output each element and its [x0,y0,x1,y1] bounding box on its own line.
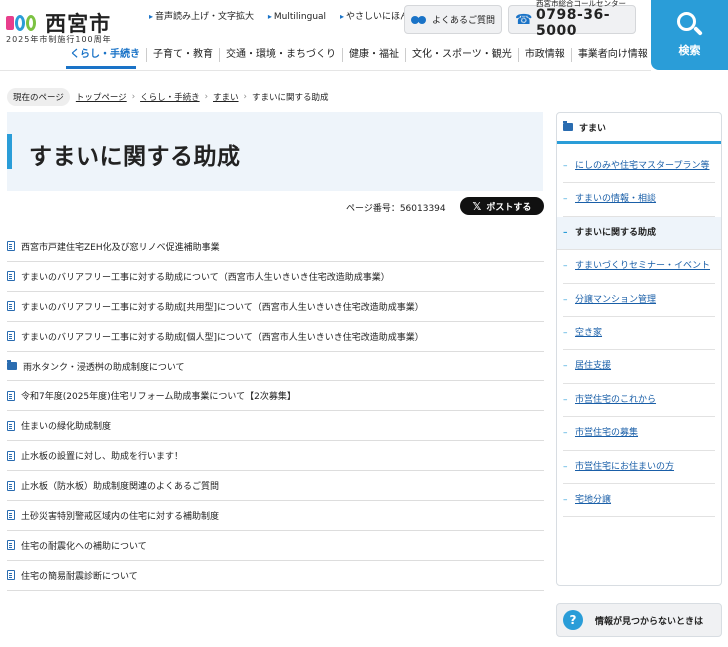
gnav-item-kosodate[interactable]: 子育て・教育 [146,48,219,62]
breadcrumb-link-kurashi[interactable]: くらし・手続き [140,91,200,103]
gnav-item-bunka[interactable]: 文化・スポーツ・観光 [405,48,518,62]
info-not-found-label: 情報が見つからないときは [595,616,704,627]
page-number: ページ番号：56013394 [346,204,446,214]
util-link-speech[interactable]: ▸ 音声読み上げ・文字拡大 [149,12,254,22]
folder-icon [7,360,17,370]
list-item[interactable]: 土砂災害特別警戒区域内の住宅に対する補助制度 [7,501,544,531]
question-icon: ? [563,610,583,630]
faq-button[interactable]: よくあるご質問 [404,5,502,34]
document-icon [7,570,15,581]
sidebar-item-takuchi[interactable]: 宅地分譲 [563,484,715,518]
utility-links: ▸ 音声読み上げ・文字拡大 ▸ Multilingual ▸ やさしいにほんご [149,9,429,22]
document-icon [7,331,15,342]
page-title: すまいに関する助成 [29,144,241,170]
sidebar-item-masterplan[interactable]: にしのみや住宅マスタープラン等 [563,150,715,184]
caret-icon: ▸ [339,12,344,21]
document-icon [7,540,15,551]
header-divider [0,70,651,71]
util-link-multilingual[interactable]: ▸ Multilingual [268,12,326,22]
list-item[interactable]: 止水板（防水板）助成制度関連のよくあるご質問 [7,471,544,502]
list-item[interactable]: 令和7年度(2025年度)住宅リフォーム助成事業について【2次募集】 [7,381,544,412]
chevron-right-icon: › [204,92,209,102]
sidebar-item-subsidy: すまいに関する助成 [557,216,721,251]
folder-icon [563,121,573,131]
list-item[interactable]: 止水板の設置に対し、助成を行います！ [7,441,544,472]
search-label: 検索 [678,44,701,57]
site-header: 西宮市 2025年市制施行100周年 ▸ 音声読み上げ・文字拡大 ▸ Multili… [0,0,728,71]
sidebar-heading: すまい [557,113,721,144]
gnav-item-kurashi[interactable]: くらし・手続き [64,48,146,62]
document-icon [7,480,15,491]
document-icon [7,420,15,431]
gnav-item-kotsu[interactable]: 交通・環境・まちづくり [219,48,342,62]
sidebar-item-shiei-boshu[interactable]: 市営住宅の募集 [563,417,715,451]
list-item[interactable]: すまいのバリアフリー工事に対する助成について（西宮市人生いきいき住宅改造助成事業… [7,262,544,292]
caret-icon: ▸ [267,12,272,21]
gnav-item-kenko[interactable]: 健康・福祉 [342,48,405,62]
sidebar-item-shiei-residents[interactable]: 市営住宅にお住まいの方 [563,451,715,484]
logo-100-icon [6,13,36,33]
sidebar-item-akiya[interactable]: 空き家 [563,317,715,351]
sidebar-item-shiei-future[interactable]: 市営住宅のこれから [563,384,715,418]
list-item[interactable]: 住まいの緑化助成制度 [7,411,544,442]
list-item[interactable]: 西宮市戸建住宅ZEH化及び窓リノベ促進補助事業 [7,232,544,262]
x-logo-icon: 𝕏 [472,199,482,213]
call-center-number: 0798-36-5000 [536,7,611,39]
sidebar-item-mansion[interactable]: 分譲マンション管理 [563,284,715,317]
gnav-active-underline [66,66,136,69]
global-nav: くらし・手続き 子育て・教育 交通・環境・まちづくり 健康・福祉 文化・スポーツ… [64,48,654,62]
title-accent-bar [7,134,12,169]
list-item[interactable]: 住宅の耐震化への補助について [7,531,544,561]
document-icon [7,510,15,521]
document-icon [7,301,15,312]
x-post-button[interactable]: 𝕏 ポストする [460,197,544,215]
logo-subtitle: 2025年市制施行100周年 [6,35,112,44]
document-icon [7,450,15,461]
breadcrumb-link-top[interactable]: トップページ [76,91,127,103]
call-center-button[interactable]: ☎ 西宮市総合コールセンター 0798-36-5000 [508,0,636,38]
gnav-item-shisei[interactable]: 市政情報 [517,48,571,62]
list-item[interactable]: 住宅の簡易耐震診断について [7,561,544,591]
breadcrumb-current-page: すまいに関する助成 [251,93,329,103]
list-item[interactable]: すまいのバリアフリー工事に対する助成[共用型]について（西宮市人生いきいき住宅改… [7,292,544,322]
document-icon [7,271,15,282]
content-list: 西宮市戸建住宅ZEH化及び窓リノベ促進補助事業 すまいのバリアフリー工事に対する… [7,232,544,591]
document-icon [7,241,15,252]
search-button[interactable]: 検索 [651,0,728,70]
sidebar-item-kyoju[interactable]: 居住支援 [563,350,715,384]
sidebar-local-nav: すまい にしのみや住宅マスタープラン等 すまいの情報・相談 すまいに関する助成 … [556,112,722,586]
sidebar-list: にしのみや住宅マスタープラン等 すまいの情報・相談 すまいに関する助成 すまいづ… [557,144,721,518]
info-not-found-button[interactable]: ? 情報が見つからないときは [556,603,722,637]
search-icon [676,12,703,38]
breadcrumb-link-sumai[interactable]: すまい [213,91,239,103]
speech-bubbles-icon [411,14,427,26]
faq-label: よくあるご質問 [432,16,496,26]
chevron-right-icon: › [243,92,247,102]
list-item[interactable]: 雨水タンク・浸透桝の助成制度について [7,352,544,382]
phone-icon: ☎ [515,11,533,28]
page-title-box: すまいに関する助成 [7,112,543,191]
document-icon [7,390,15,401]
caret-icon: ▸ [149,12,154,21]
post-label: ポストする [486,202,532,213]
gnav-item-jigyosha[interactable]: 事業者向け情報 [570,48,654,62]
chevron-right-icon: › [131,92,136,102]
breadcrumb-current-label: 現在のページ [7,88,70,106]
breadcrumb: 現在のページ トップページ › くらし・手続き › すまい › すまいに関する助… [7,88,328,106]
sidebar-item-seminar[interactable]: すまいづくりセミナー・イベント [563,250,715,284]
list-item[interactable]: すまいのバリアフリー工事に対する助成[個人型]について（西宮市人生いきいき住宅改… [7,322,544,352]
sidebar-item-info-consult[interactable]: すまいの情報・相談 [563,183,715,217]
